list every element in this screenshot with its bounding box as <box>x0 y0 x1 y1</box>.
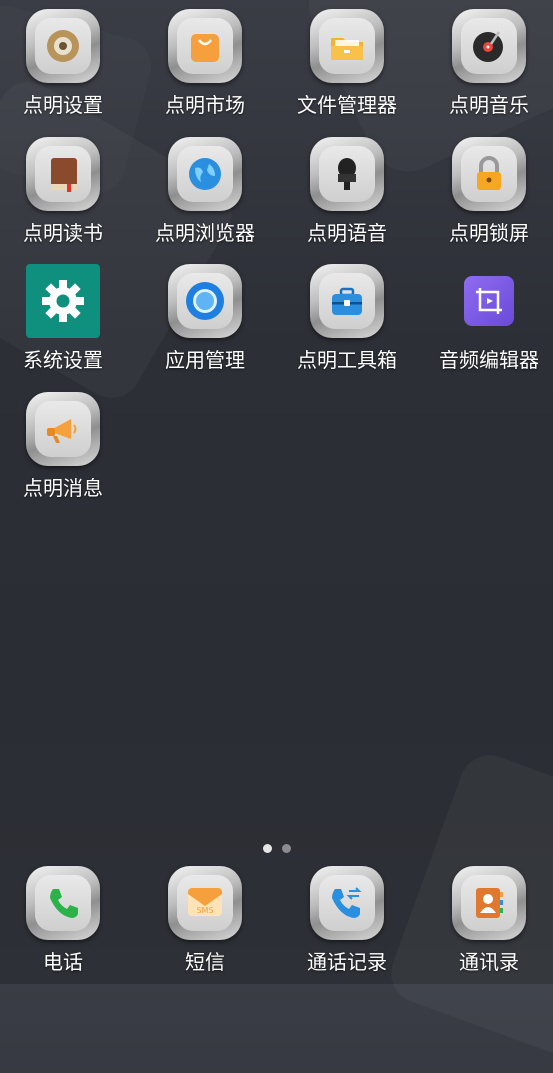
app-dianming-reading[interactable]: 点明读书 <box>0 137 133 246</box>
app-dianming-browser[interactable]: 点明浏览器 <box>135 137 275 246</box>
phone-icon <box>35 875 91 931</box>
app-label: 应用管理 <box>165 348 245 372</box>
call-log-icon <box>319 875 375 931</box>
lock-icon <box>461 146 517 202</box>
app-label: 点明设置 <box>23 93 103 117</box>
app-dianming-messages[interactable]: 点明消息 <box>0 392 133 501</box>
app-system-settings[interactable]: 系统设置 <box>0 264 133 373</box>
audio-crop-icon <box>464 276 514 326</box>
contacts-icon <box>461 875 517 931</box>
dock-call-log[interactable]: 通话记录 <box>277 866 417 975</box>
app-label: 点明语音 <box>307 221 387 245</box>
settings-gear-icon <box>35 18 91 74</box>
app-label: 点明读书 <box>23 221 103 245</box>
app-label: 电话 <box>43 950 83 974</box>
app-label: 音频编辑器 <box>439 348 539 372</box>
app-dianming-voice[interactable]: 点明语音 <box>277 137 417 246</box>
app-label: 点明浏览器 <box>155 221 255 245</box>
page-dot-active[interactable] <box>262 844 272 853</box>
app-label: 系统设置 <box>23 348 103 372</box>
megaphone-icon <box>35 401 91 457</box>
app-label: 通讯录 <box>459 950 519 974</box>
app-manager-icon <box>177 273 233 329</box>
music-disc-icon <box>461 18 517 74</box>
folder-icon <box>319 18 375 74</box>
sms-icon: SMS <box>177 875 233 931</box>
app-label: 点明锁屏 <box>449 221 529 245</box>
microphone-icon <box>319 146 375 202</box>
app-dianming-lockscreen[interactable]: 点明锁屏 <box>419 137 553 246</box>
page-indicator <box>0 844 553 853</box>
app-dianming-market[interactable]: 点明市场 <box>135 9 275 118</box>
gear-icon <box>26 264 100 338</box>
globe-icon <box>177 146 233 202</box>
app-label: 文件管理器 <box>297 93 397 117</box>
toolbox-icon <box>319 273 375 329</box>
app-audio-editor[interactable]: 音频编辑器 <box>419 264 553 373</box>
page-dot[interactable] <box>281 844 291 853</box>
app-label: 短信 <box>185 950 225 974</box>
app-label: 点明市场 <box>165 93 245 117</box>
dock-contacts[interactable]: 通讯录 <box>419 866 553 975</box>
sms-badge: SMS <box>196 906 213 915</box>
app-label: 点明工具箱 <box>297 348 397 372</box>
app-dianming-toolbox[interactable]: 点明工具箱 <box>277 264 417 373</box>
shopping-bag-icon <box>177 18 233 74</box>
app-label: 点明音乐 <box>449 93 529 117</box>
dock-sms[interactable]: SMS 短信 <box>135 866 275 975</box>
app-app-manager[interactable]: 应用管理 <box>135 264 275 373</box>
book-icon <box>35 146 91 202</box>
app-file-manager[interactable]: 文件管理器 <box>277 9 417 118</box>
dock-phone[interactable]: 电话 <box>0 866 133 975</box>
app-label: 点明消息 <box>23 476 103 500</box>
app-label: 通话记录 <box>307 950 387 974</box>
app-dianming-settings[interactable]: 点明设置 <box>0 9 133 118</box>
app-dianming-music[interactable]: 点明音乐 <box>419 9 553 118</box>
